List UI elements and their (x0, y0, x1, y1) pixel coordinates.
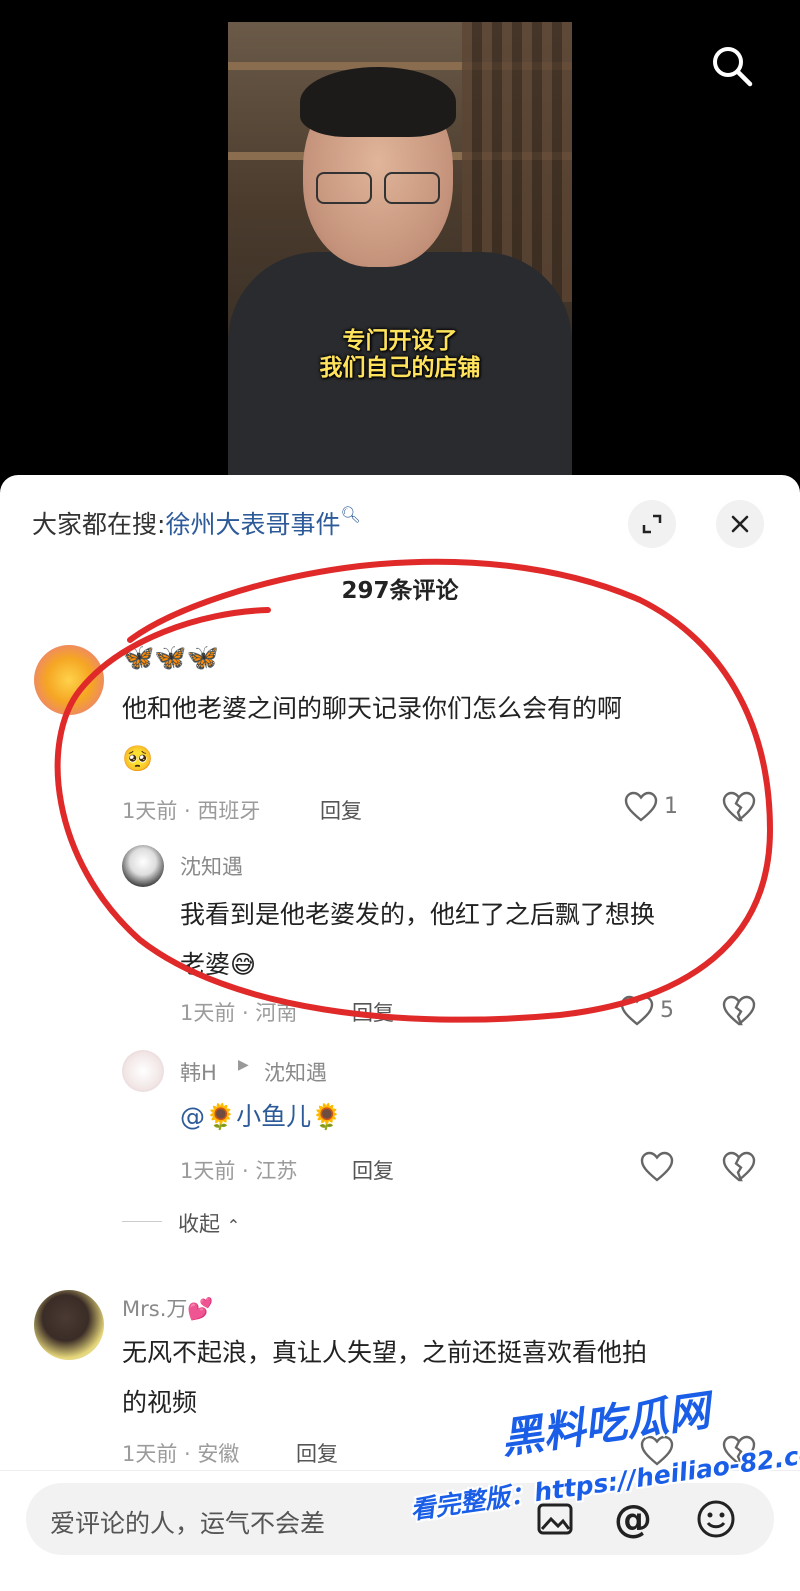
comment-input-placeholder: 爱评论的人，运气不会差 (50, 1509, 326, 1538)
annotation-circle (54, 558, 774, 1023)
